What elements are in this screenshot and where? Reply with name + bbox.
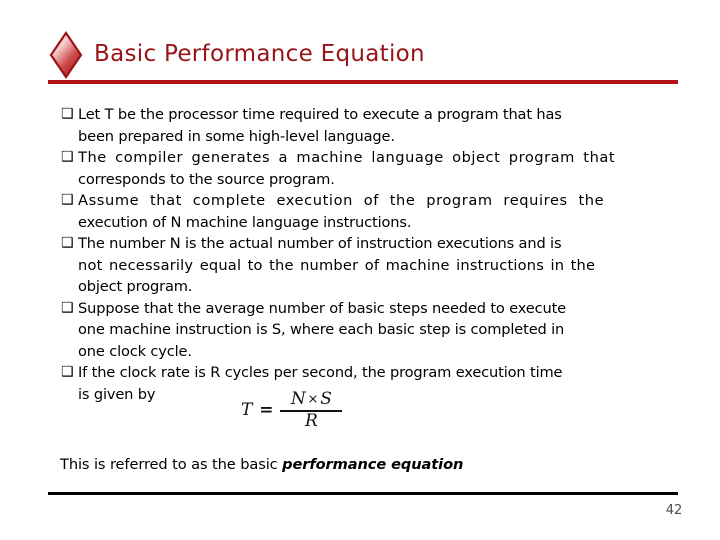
equation-lhs: T <box>241 400 253 421</box>
list-item: ❑ Assume that complete execution of the … <box>58 190 674 233</box>
equation-denominator: R <box>304 410 318 431</box>
equation-fraction: N × S R <box>280 389 343 431</box>
slide: Basic Performance Equation ❑ Let T be th… <box>0 0 720 540</box>
list-item-line: Let T be the processor time required to … <box>78 106 562 123</box>
list-item-line: execution of N machine language instruct… <box>78 213 412 231</box>
equation-numerator-left: N <box>290 389 306 409</box>
page-number: 42 <box>665 503 683 518</box>
list-item-line: The number N is the actual number of ins… <box>78 235 562 252</box>
slide-title-row: Basic Performance Equation <box>48 30 680 80</box>
bullet-marker-icon: ❑ <box>61 364 74 380</box>
list-item-text: Let T be the processor time required to … <box>78 104 674 147</box>
list-item-text: The compiler generates a machine languag… <box>78 147 674 190</box>
list-item: ❑ The compiler generates a machine langu… <box>58 147 674 190</box>
diamond-bullet-icon <box>48 30 84 80</box>
title-underline-rule <box>48 80 678 84</box>
equation-equals-sign: = <box>259 400 274 421</box>
list-item: ❑ Suppose that the average number of bas… <box>58 298 674 363</box>
closing-lead-text: This is referred to as the basic <box>60 456 283 473</box>
list-item-line: object program. <box>78 278 193 295</box>
bullet-marker-icon: ❑ <box>61 149 74 165</box>
list-item-text: If the clock rate is R cycles per second… <box>78 362 674 430</box>
bullet-marker-icon: ❑ <box>61 106 74 122</box>
bullet-marker-icon: ❑ <box>61 299 74 316</box>
list-item-line: Assume that complete execution of the pr… <box>78 192 605 209</box>
list-item-line: Suppose that the average number of basic… <box>78 299 566 317</box>
list-item: ❑ If the clock rate is R cycles per seco… <box>58 362 674 430</box>
performance-equation: T = N × S R <box>241 389 343 431</box>
equation-numerator: N × S <box>287 389 336 410</box>
list-item-line: is given by <box>78 385 156 403</box>
list-item-line: If the clock rate is R cycles per second… <box>78 364 563 381</box>
bullet-marker-icon: ❑ <box>61 192 74 208</box>
footer-rule <box>48 492 678 495</box>
multiplication-sign-icon: × <box>307 392 319 407</box>
list-item-line: one clock cycle. <box>78 342 192 360</box>
bullet-list: ❑ Let T be the processor time required t… <box>58 104 674 430</box>
list-item-text: Suppose that the average number of basic… <box>78 298 674 363</box>
list-item-line: The compiler generates a machine languag… <box>78 149 616 166</box>
bullet-marker-icon: ❑ <box>61 235 74 251</box>
list-item-line: been prepared in some high-level languag… <box>78 127 395 145</box>
list-item-line: not necessarily equal to the number of m… <box>78 256 596 274</box>
list-item-text: Assume that complete execution of the pr… <box>78 190 674 233</box>
list-item: ❑ Let T be the processor time required t… <box>58 104 674 147</box>
list-item-line: corresponds to the source program. <box>78 170 335 188</box>
list-item: ❑ The number N is the actual number of i… <box>58 233 674 298</box>
equation-numerator-right: S <box>320 389 332 409</box>
list-item-text: The number N is the actual number of ins… <box>78 233 674 298</box>
page-title: Basic Performance Equation <box>94 40 425 67</box>
closing-emphasis-text: performance equation <box>282 456 464 473</box>
list-item-line: one machine instruction is S, where each… <box>78 321 565 338</box>
closing-statement: This is referred to as the basic perform… <box>60 455 463 475</box>
